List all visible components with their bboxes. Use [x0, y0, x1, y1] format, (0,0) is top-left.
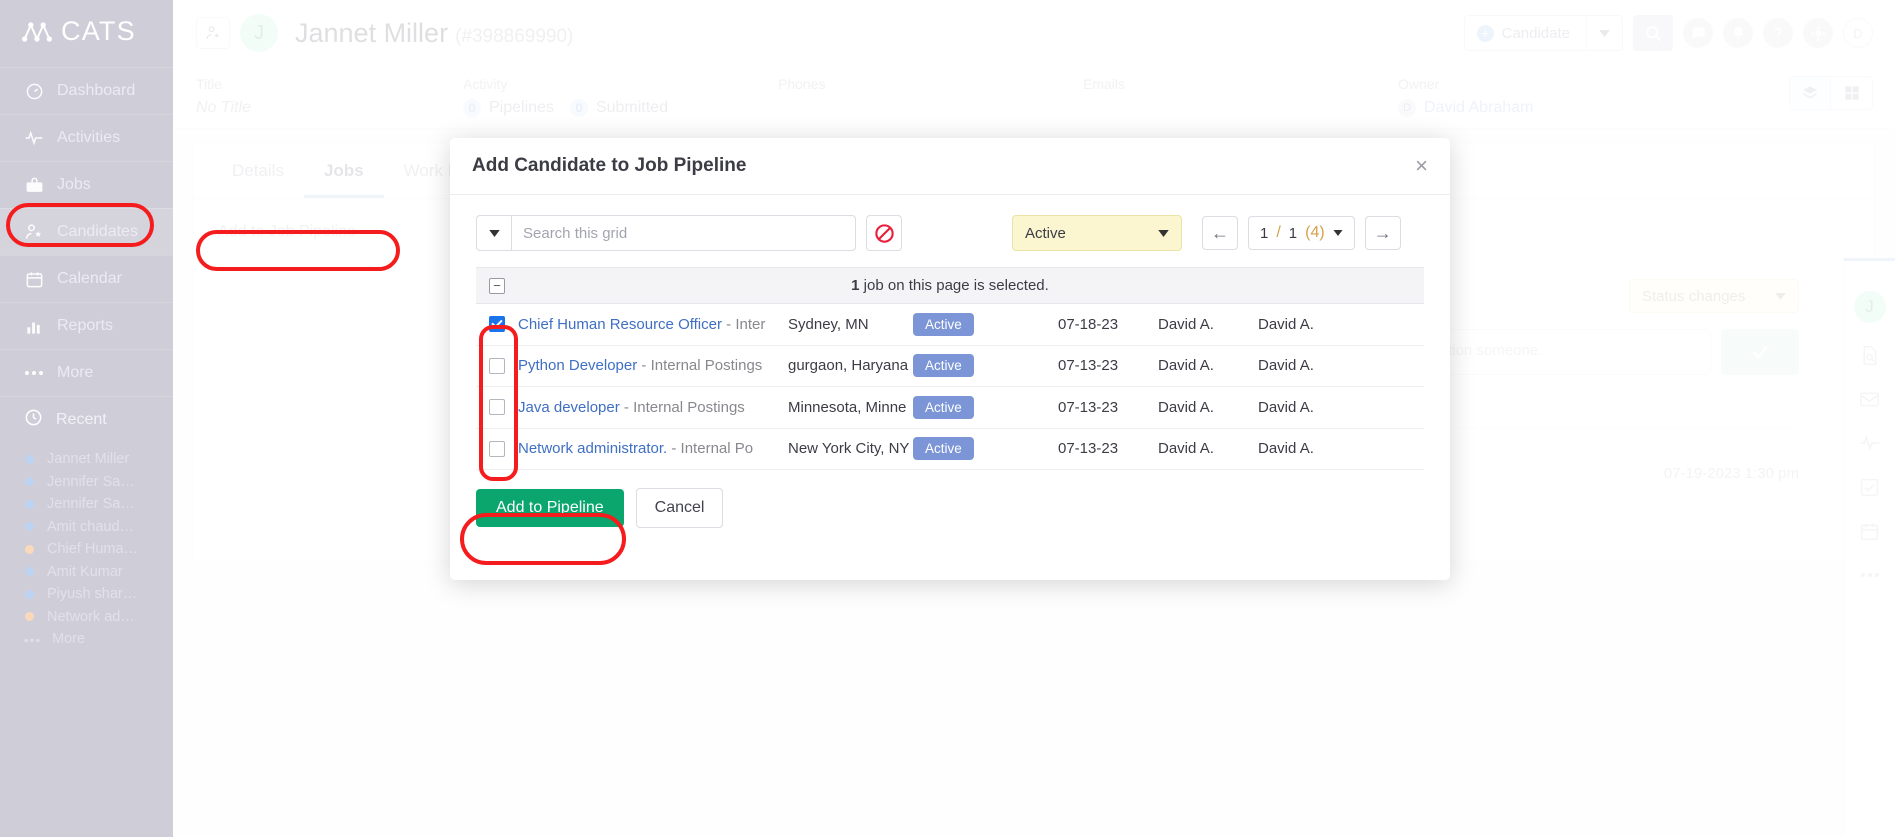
no-entry-icon [874, 223, 894, 243]
selection-message: 1 job on this page is selected. [476, 277, 1424, 294]
status-badge: Active [913, 312, 974, 336]
row-checkbox[interactable] [489, 357, 505, 374]
job-subtitle: - Internal Postings [619, 398, 745, 416]
total-records: (4) [1305, 224, 1325, 241]
cancel-button[interactable]: Cancel [635, 488, 724, 528]
job-owner-cell: David A. [1158, 440, 1214, 458]
job-subtitle: - Internal Postings [637, 357, 763, 375]
row-checkbox[interactable] [489, 316, 505, 333]
page-indicator[interactable]: 1 / 1 (4) [1248, 216, 1355, 250]
status-badge: Active [913, 354, 974, 378]
table-row[interactable]: Chief Human Resource Officer - Inter Syd… [476, 304, 1424, 346]
modal-title: Add Candidate to Job Pipeline [472, 155, 747, 176]
search-options-dropdown[interactable] [476, 215, 511, 251]
job-subtitle: - Internal Po [667, 440, 754, 458]
job-location-cell: Sydney, MN [788, 315, 869, 333]
row-checkbox-cell[interactable] [476, 399, 518, 416]
job-status-cell: Active [913, 395, 1058, 419]
app-root: CATS Dashboard Activities Jobs Candidate… [0, 0, 1895, 837]
job-owner-cell: David A. [1158, 315, 1214, 333]
job-recruiter-cell: David A. [1258, 440, 1314, 458]
add-to-pipeline-button[interactable]: Add to Pipeline [476, 489, 624, 527]
row-checkbox[interactable] [489, 399, 505, 416]
job-location-cell: New York City, NY [788, 440, 910, 458]
selection-count: 1 [851, 277, 860, 294]
status-filter-dropdown[interactable]: Active [1012, 215, 1182, 251]
job-recruiter-cell: David A. [1258, 398, 1314, 416]
modal-footer: Add to Pipeline Cancel [450, 470, 1450, 546]
job-status-cell: Active [913, 437, 1058, 461]
job-owner-cell: David A. [1158, 357, 1214, 375]
row-checkbox-cell[interactable] [476, 440, 518, 457]
table-row[interactable]: Python Developer - Internal Postings gur… [476, 346, 1424, 387]
job-owner-cell: David A. [1158, 398, 1214, 416]
job-status-cell: Active [913, 354, 1058, 378]
status-badge: Active [913, 437, 974, 461]
job-title-link[interactable]: Network administrator. [518, 440, 667, 457]
job-subtitle: - Inter [721, 315, 766, 333]
job-location-cell: Minnesota, Minne [788, 398, 907, 416]
job-title-link[interactable]: Python Developer [518, 357, 637, 374]
selection-message-text: job on this page is selected. [859, 277, 1049, 294]
job-date-cell: 07-13-23 [1058, 357, 1119, 375]
job-title-link[interactable]: Chief Human Resource Officer [518, 316, 722, 333]
search-input[interactable] [511, 215, 856, 251]
job-recruiter-cell: David A. [1258, 357, 1314, 375]
clear-search-button[interactable] [866, 215, 902, 251]
chevron-down-icon [488, 229, 500, 237]
table-row[interactable]: Network administrator. - Internal Po New… [476, 429, 1424, 470]
selection-bar: − 1 job on this page is selected. [476, 267, 1424, 304]
status-filter-value: Active [1025, 224, 1066, 242]
row-checkbox[interactable] [489, 440, 505, 457]
next-page-button[interactable]: → [1364, 216, 1401, 250]
job-recruiter-cell: David A. [1258, 315, 1314, 333]
job-title-cell: Python Developer - Internal Postings [518, 357, 788, 374]
previous-page-button[interactable]: ← [1202, 216, 1238, 250]
jobs-grid: − 1 job on this page is selected. Chief … [476, 267, 1424, 470]
modal-header: Add Candidate to Job Pipeline × [450, 138, 1450, 195]
job-date-cell: 07-18-23 [1058, 315, 1119, 333]
table-row[interactable]: Java developer - Internal Postings Minne… [476, 387, 1424, 429]
chevron-down-icon [1333, 230, 1343, 236]
add-candidate-modal: Add Candidate to Job Pipeline × Active [450, 138, 1450, 580]
current-page: 1 [1260, 224, 1269, 242]
job-date-cell: 07-13-23 [1058, 398, 1119, 416]
close-icon[interactable]: × [1415, 155, 1428, 177]
modal-body: Active ← 1 / 1 (4) → [450, 195, 1450, 470]
row-checkbox-cell[interactable] [476, 357, 518, 374]
job-location-cell: gurgaon, Haryana [788, 357, 909, 375]
job-title-cell: Network administrator. - Internal Po [518, 440, 788, 457]
job-title-link[interactable]: Java developer [518, 399, 620, 416]
job-date-cell: 07-13-23 [1058, 440, 1119, 458]
status-badge: Active [913, 395, 974, 419]
search-group [476, 215, 856, 251]
job-title-cell: Chief Human Resource Officer - Inter [518, 316, 788, 333]
job-status-cell: Active [913, 312, 1058, 336]
chevron-down-icon [1158, 229, 1169, 237]
total-pages: 1 [1288, 224, 1298, 242]
job-title-cell: Java developer - Internal Postings [518, 399, 788, 416]
row-checkbox-cell[interactable] [476, 316, 518, 333]
page-separator: / [1276, 224, 1281, 241]
pagination: ← 1 / 1 (4) → [1202, 216, 1401, 250]
grid-toolbar: Active ← 1 / 1 (4) → [476, 215, 1424, 251]
